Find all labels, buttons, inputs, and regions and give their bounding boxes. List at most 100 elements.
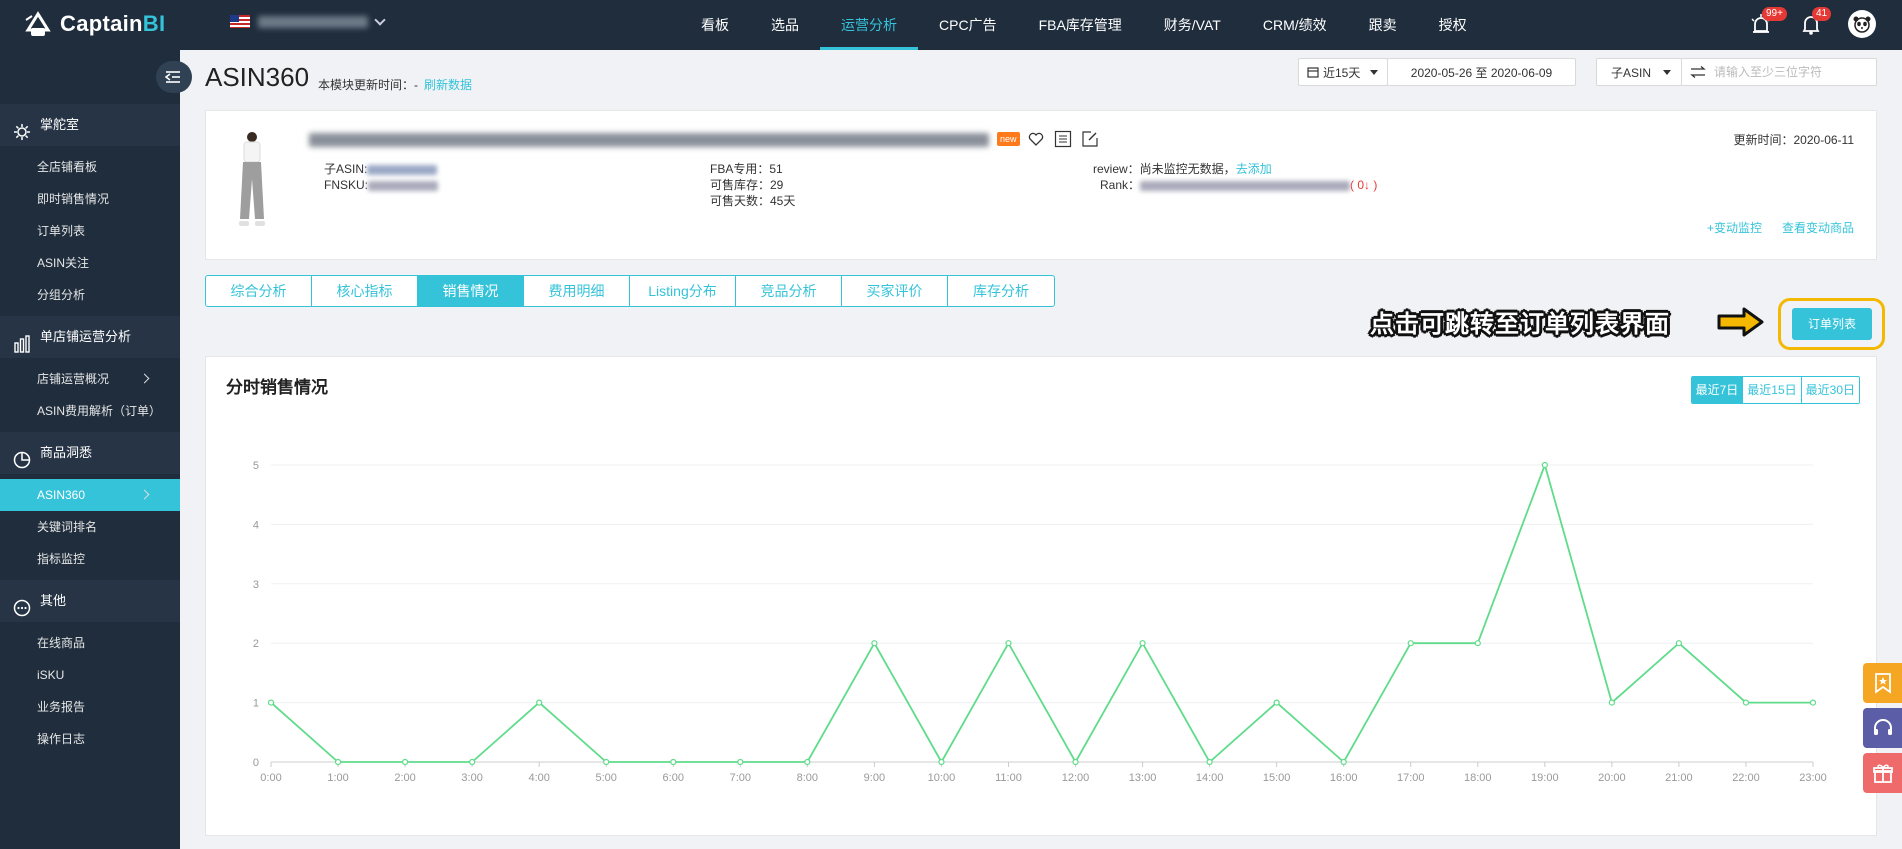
tab-7[interactable]: 买家评价 — [842, 276, 948, 306]
sidebar-item[interactable]: ASIN关注 — [0, 247, 180, 279]
x-tick-label: 13:00 — [1129, 772, 1157, 784]
data-point — [536, 699, 543, 706]
analysis-tabs: 综合分析 核心指标 销售情况 费用明细 Listing分布 竞品分析 买家评价 库存分析 — [205, 275, 1055, 307]
y-tick-label: 1 — [253, 698, 259, 710]
nav-item-9[interactable]: 授权 — [1418, 0, 1488, 50]
sidebar-collapse-button[interactable] — [156, 61, 192, 93]
more-icon — [13, 592, 31, 617]
sidebar-group-1[interactable]: 掌舵室 — [0, 104, 180, 146]
data-point — [938, 758, 945, 766]
swap-icon[interactable] — [1690, 66, 1706, 78]
x-tick-label: 17:00 — [1397, 772, 1425, 784]
sidebar: 掌舵室全店铺看板 即时销售情况 订单列表 ASIN关注分组分析单店铺运营分析 店铺运营概… — [0, 50, 180, 849]
product-thumbnail[interactable] — [231, 129, 273, 239]
notification-button[interactable]: 41 — [1798, 7, 1832, 37]
sidebar-item-label: 店铺运营概况 — [37, 372, 110, 386]
x-tick-label: 2:00 — [394, 772, 415, 784]
data-point — [267, 699, 275, 706]
sidebar-item[interactable]: 指标监控 — [0, 543, 180, 575]
data-point — [1474, 640, 1481, 647]
bookmark-float-button[interactable] — [1863, 663, 1902, 703]
x-tick-label: 7:00 — [730, 772, 751, 784]
sidebar-item[interactable]: 全店铺看板 — [0, 151, 180, 183]
tab-8[interactable]: 库存分析 — [948, 276, 1054, 306]
caret-down-icon — [1663, 69, 1672, 75]
order-list-button[interactable]: 订单列表 — [1792, 308, 1872, 340]
favorite-button[interactable] — [1026, 129, 1046, 149]
sidebar-item[interactable]: 即时销售情况 — [0, 183, 180, 215]
nav-item-1[interactable]: 看板 — [680, 0, 750, 50]
sidebar-item-label: ASIN关注 — [37, 256, 90, 270]
gift-float-button[interactable] — [1863, 753, 1902, 793]
rank-field: Rank：( 0↓ ) — [1100, 178, 1378, 192]
refresh-data-link[interactable]: 刷新数据 — [424, 78, 472, 92]
notification-count-badge: 41 — [1812, 7, 1832, 21]
alert-count-badge: 99+ — [1762, 7, 1787, 21]
nav-item-4[interactable]: CPC广告 — [918, 0, 1018, 50]
date-range-picker[interactable]: 2020-05-26 至 2020-06-09 — [1387, 58, 1576, 86]
y-tick-label: 2 — [253, 638, 259, 650]
nav-item-6[interactable]: 财务/VAT — [1143, 0, 1242, 50]
sidebar-item[interactable]: 店铺运营概况 — [0, 363, 180, 395]
sidebar-item[interactable]: 在线商品 — [0, 627, 180, 659]
sidebar-item[interactable]: 订单列表 — [0, 215, 180, 247]
nav-item-2[interactable]: 选品 — [750, 0, 820, 50]
module-update-time: 本模块更新时间：- 刷新数据 — [318, 78, 473, 92]
x-tick-label: 1:00 — [327, 772, 348, 784]
sidebar-group-2[interactable]: 单店铺运营分析 — [0, 316, 180, 358]
fba-count: FBA专用：51 — [710, 162, 783, 176]
bar-chart-icon — [13, 328, 31, 353]
support-float-button[interactable] — [1863, 708, 1902, 748]
arrow-right-icon — [1717, 307, 1764, 337]
hourly-sales-line-chart: 0 1 2 3 4 5 0:00 1:00 2:00 3:00 4:00 5:00 6:00 7:00 8:… — [253, 460, 1827, 784]
sidebar-group-label: 掌舵室 — [40, 117, 80, 132]
add-monitor-link[interactable]: +变动监控 — [1707, 219, 1762, 236]
x-tick-label: 4:00 — [528, 772, 549, 784]
sidebar-item[interactable]: 关键词排名 — [0, 511, 180, 543]
sidebar-item[interactable]: 操作日志 — [0, 723, 180, 755]
app-logo[interactable]: CaptainBI — [22, 8, 165, 40]
sidebar-item[interactable]: ASIN360 — [0, 479, 180, 511]
user-avatar[interactable] — [1848, 10, 1876, 38]
sidebar-group-label: 其他 — [40, 593, 67, 608]
data-point — [1541, 461, 1548, 469]
asin-search-box — [1681, 58, 1877, 86]
tab-4[interactable]: 费用明细 — [524, 276, 630, 306]
tab-5[interactable]: Listing分布 — [630, 276, 736, 306]
alert-button[interactable]: 99+ — [1748, 7, 1787, 37]
sidebar-group-3[interactable]: 商品洞悉 — [0, 432, 180, 474]
sidebar-group-label: 单店铺运营分析 — [40, 329, 132, 344]
product-title-blurred[interactable] — [309, 133, 989, 147]
tab-3[interactable]: 销售情况 — [418, 276, 524, 306]
sidebar-group-4[interactable]: 其他 — [0, 580, 180, 622]
page-title: ASIN360 — [205, 62, 310, 92]
sidebar-item[interactable]: ASIN费用解析（订单） — [0, 395, 180, 427]
nav-item-5[interactable]: FBA库存管理 — [1018, 0, 1143, 50]
nav-item-3[interactable]: 运营分析 — [820, 0, 918, 50]
store-selector[interactable] — [230, 13, 386, 28]
asin-type-select[interactable]: 子ASIN — [1596, 58, 1682, 86]
note-button[interactable] — [1053, 129, 1073, 149]
sidebar-item[interactable]: iSKU — [0, 659, 180, 691]
top-nav-bar: CaptainBI 看板 选品 运营分析 CPC广告 FBA库存管理 财务/VAT CRM/… — [0, 0, 1902, 50]
sidebar-item[interactable]: 分组分析 — [0, 279, 180, 311]
collapse-menu-icon — [165, 71, 180, 83]
data-point — [1675, 640, 1683, 647]
gear-icon — [13, 116, 31, 140]
sidebar-item-label: iSKU — [37, 668, 65, 682]
edit-button[interactable] — [1080, 129, 1100, 149]
view-changes-link[interactable]: 查看变动商品 — [1782, 219, 1854, 236]
nav-item-7[interactable]: CRM/绩效 — [1242, 0, 1348, 50]
asin-search-input[interactable] — [1714, 65, 1874, 79]
x-tick-label: 19:00 — [1531, 772, 1559, 784]
x-tick-label: 21:00 — [1665, 772, 1693, 784]
tab-6[interactable]: 竞品分析 — [736, 276, 842, 306]
nav-item-8[interactable]: 跟卖 — [1348, 0, 1418, 50]
tab-2[interactable]: 核心指标 — [312, 276, 418, 306]
date-range-select[interactable]: 近15天 — [1298, 58, 1388, 86]
add-review-link[interactable]: 去添加 — [1236, 162, 1272, 176]
rank-change: ( 0↓ ) — [1350, 178, 1378, 192]
sidebar-item[interactable]: 业务报告 — [0, 691, 180, 723]
tab-1[interactable]: 综合分析 — [206, 276, 312, 306]
sidebar-item-label: 操作日志 — [37, 732, 86, 746]
